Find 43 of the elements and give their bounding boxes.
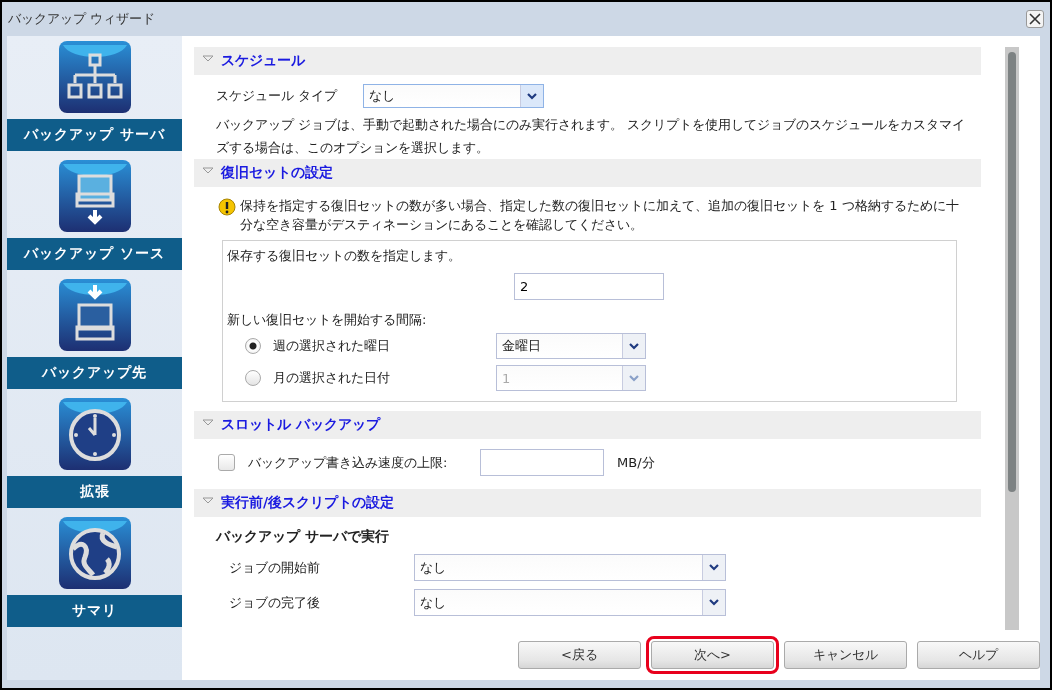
field-label: 保存する復旧セットの数を指定します。 [227,247,462,265]
wizard-button[interactable]: キャンセル [784,641,907,669]
chevron-down-icon [629,374,639,382]
radio-option[interactable]: 週の選択された曜日 [227,337,496,355]
sidebar-item[interactable]: 拡張 [7,398,182,517]
field-label: スケジュール タイプ [216,87,339,105]
checkbox[interactable] [218,454,235,471]
subheading: バックアップ サーバで実行 [216,528,390,546]
dropdown[interactable]: なし [363,84,544,108]
field-label: ジョブの開始前 [229,558,321,577]
number-field[interactable]: 2 [514,273,664,300]
dropdown[interactable]: なし [414,554,726,581]
globe-icon [58,517,131,589]
close-button[interactable] [1026,10,1044,28]
section-header[interactable]: スロットル バックアップ [194,411,981,439]
warning-icon [218,198,236,216]
section-header[interactable]: 実行前/後スクリプトの設定 [194,489,981,517]
field-label: ジョブの完了後 [229,593,321,612]
sidebar-item[interactable]: バックアップ サーバ [7,41,182,160]
section-header[interactable]: スケジュール [194,47,981,75]
unit-label: MB/分 [617,453,655,472]
warning-text: 保持を指定する復旧セットの数が多い場合、指定した数の復旧セットに加えて、追加の復旧セットを 1 つ格納するために十分な空き容量がデスティネーションにあることを確認してください。 [240,197,960,234]
chevron-down-icon [527,92,537,100]
network-tree-icon [58,41,131,113]
sidebar-item[interactable]: バックアップ先 [7,279,182,398]
chevron-down-icon [709,564,719,571]
close-icon [1029,13,1041,25]
wizard-button[interactable]: ヘルプ [917,641,1040,669]
arrow-into-drive-icon [58,279,131,351]
dropdown[interactable]: なし [414,589,726,616]
sidebar-item[interactable]: バックアップ ソース [7,160,182,279]
sidebar-item[interactable]: サマリ [7,517,182,636]
wizard-button[interactable]: <戻る [518,641,641,669]
section-header[interactable]: 復旧セットの設定 [194,159,981,187]
description-text: バックアップ ジョブは、手動で起動された場合にのみ実行されます。 スクリプトを使用してジョブのスケジュールをカスタマイズする場合は、このオプションを選択します。 [216,116,967,157]
dropdown[interactable]: 金曜日 [496,333,646,359]
scrollbar[interactable] [1005,47,1019,630]
field-label: バックアップ書き込み速度の上限: [248,453,449,472]
clock-icon [58,398,131,470]
field-label: 新しい復旧セットを開始する間隔: [227,311,428,329]
chevron-down-icon [709,599,719,606]
window-title: バックアップ ウィザード [8,10,156,28]
chevron-down-icon [629,342,639,350]
